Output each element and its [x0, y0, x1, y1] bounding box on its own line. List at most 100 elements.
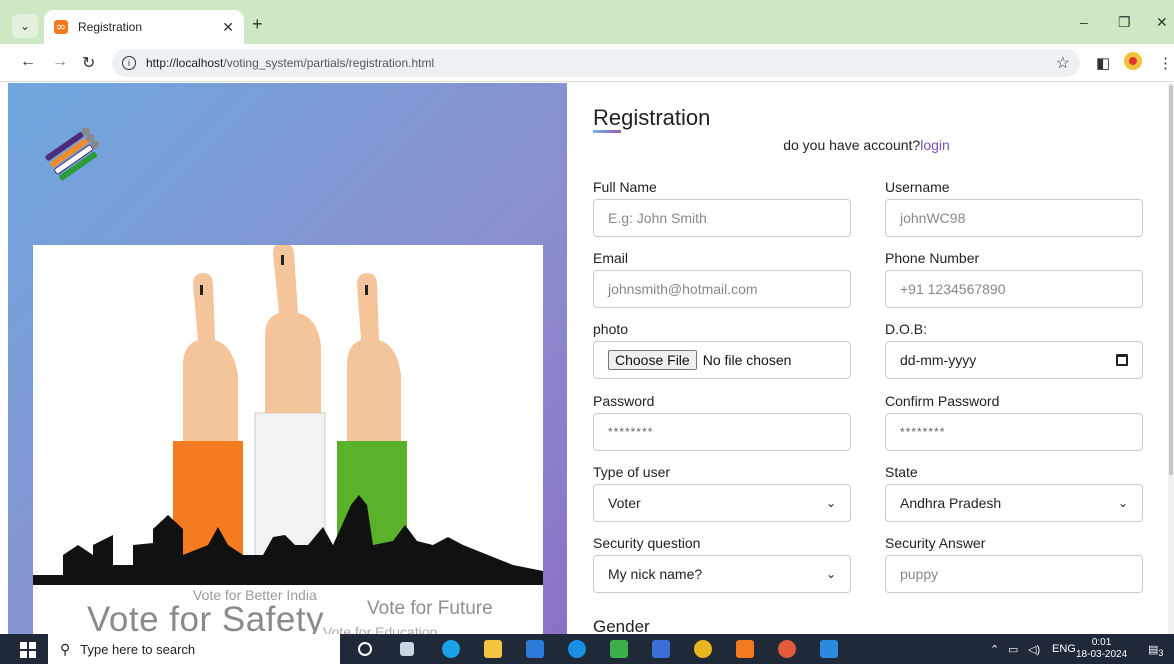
task-view-icon[interactable]	[400, 642, 414, 656]
volume-icon[interactable]: ◁)	[1028, 643, 1040, 656]
vote-poster-image: Vote for Better India Vote for Safety Vo…	[33, 245, 543, 634]
password-label: Password	[593, 393, 655, 409]
tab-registration[interactable]: ဘ Registration ✕	[44, 10, 244, 44]
confirm-password-label: Confirm Password	[885, 393, 1000, 409]
security-answer-label: Security Answer	[885, 535, 986, 551]
center-hand	[265, 245, 321, 413]
state-select[interactable]: Andhra Pradesh ⌄	[885, 484, 1143, 522]
side-panel-icon[interactable]: ◧	[1096, 54, 1110, 72]
windows-start-icon[interactable]	[20, 642, 36, 658]
user-type-select[interactable]: Voter ⌄	[593, 484, 851, 522]
calendar-icon[interactable]	[1116, 354, 1128, 366]
title-underline	[593, 130, 621, 133]
phone-label: Phone Number	[885, 250, 980, 266]
state-label: State	[885, 464, 918, 480]
minimize-icon[interactable]: –	[1080, 14, 1088, 30]
security-question-select[interactable]: My nick name? ⌄	[593, 555, 851, 593]
language-indicator[interactable]: ENG	[1052, 643, 1076, 655]
mail-icon[interactable]	[526, 640, 544, 658]
reload-icon[interactable]: ↻	[82, 53, 95, 73]
poster-tagline-future: Vote for Future	[367, 598, 493, 619]
email-label: Email	[593, 250, 629, 266]
edge-icon[interactable]	[442, 640, 460, 658]
chevron-down-icon: ⌄	[825, 496, 836, 510]
chevron-down-icon: ⌄	[825, 567, 836, 581]
file-status-text: No file chosen	[702, 352, 792, 368]
chrome-active-icon[interactable]	[778, 640, 796, 658]
account-prompt-text: do you have account?	[783, 137, 921, 153]
security-answer-input[interactable]: puppy	[885, 555, 1143, 593]
ink-mark-left	[200, 285, 203, 295]
notification-count: 3	[1158, 648, 1164, 659]
xampp-icon[interactable]	[736, 640, 754, 658]
photos-icon[interactable]	[652, 640, 670, 658]
confirm-password-input[interactable]: ********	[885, 413, 1143, 451]
chevron-down-icon: ⌄	[1117, 496, 1128, 510]
dob-date-input[interactable]: dd-mm-yyyy	[885, 341, 1143, 379]
choose-file-button[interactable]: Choose File	[608, 350, 697, 370]
user-type-value: Voter	[608, 495, 641, 511]
security-question-label: Security question	[593, 535, 701, 551]
left-hand	[183, 273, 238, 441]
notification-icon[interactable]: ▤3	[1148, 643, 1164, 658]
forward-arrow-icon[interactable]: →	[52, 53, 68, 71]
right-hand	[347, 273, 401, 441]
security-question-value: My nick name?	[608, 566, 703, 582]
poster-tagline-education: Vote for Education	[323, 624, 438, 634]
back-arrow-icon[interactable]: ←	[20, 53, 36, 71]
password-input[interactable]: ********	[593, 413, 851, 451]
dob-label: D.O.B:	[885, 321, 928, 337]
extension-icon[interactable]	[1124, 52, 1142, 70]
user-type-label: Type of user	[593, 464, 671, 480]
address-url: http://localhost/voting_system/partials/…	[146, 56, 435, 70]
browser-tab-bar: ⌄ ဘ Registration ✕ + – ❐ ✕	[0, 0, 1174, 44]
browser-toolbar: ← → ↻ i http://localhost/voting_system/p…	[0, 44, 1174, 82]
photo-label: photo	[593, 321, 629, 337]
username-input[interactable]: johnWC98	[885, 199, 1143, 237]
scrollbar-thumb[interactable]	[1169, 85, 1173, 475]
xampp-favicon-icon: ဘ	[54, 20, 68, 34]
dob-value: dd-mm-yyyy	[900, 352, 977, 368]
page-title: Registration	[593, 105, 711, 130]
left-banner-panel: Vote for Better India Vote for Safety Vo…	[8, 83, 567, 634]
phone-input[interactable]: +91 1234567890	[885, 270, 1143, 308]
taskbar-search-box[interactable]: ⚲ Type here to search	[48, 634, 340, 664]
tray-chevron-icon[interactable]: ⌃	[990, 643, 999, 656]
photo-file-input: Choose File No file chosen	[593, 341, 851, 379]
address-bar[interactable]: i http://localhost/voting_system/partial…	[112, 49, 1080, 77]
gender-heading: Gender	[593, 617, 650, 634]
email-input[interactable]: johnsmith@hotmail.com	[593, 270, 851, 308]
skype-icon[interactable]	[568, 640, 586, 658]
ink-mark-center	[281, 255, 284, 265]
taskbar-search-placeholder: Type here to search	[80, 641, 196, 657]
tab-close-icon[interactable]: ✕	[222, 19, 234, 36]
site-info-icon[interactable]: i	[122, 56, 136, 70]
clock-time: 0:01	[1091, 637, 1112, 648]
new-tab-plus-icon[interactable]: +	[252, 14, 263, 35]
chrome-icon[interactable]	[694, 640, 712, 658]
account-prompt: do you have account?login	[567, 137, 1166, 153]
tab-search-dropdown-icon[interactable]: ⌄	[12, 14, 38, 38]
restore-icon[interactable]: ❐	[1118, 14, 1131, 31]
election-commission-logo	[45, 127, 99, 181]
full-name-input[interactable]: E.g: John Smith	[593, 199, 851, 237]
poster-tagline-safety: Vote for Safety	[87, 600, 325, 634]
username-label: Username	[885, 179, 950, 195]
page-scrollbar[interactable]	[1168, 83, 1174, 634]
window-close-icon[interactable]: ✕	[1156, 14, 1168, 31]
taskbar-clock[interactable]: 0:01 18-03-2024	[1076, 637, 1127, 661]
network-icon[interactable]: ▭	[1008, 643, 1018, 656]
store-icon[interactable]	[610, 640, 628, 658]
browser-menu-icon[interactable]: ⋮	[1158, 54, 1173, 72]
state-value: Andhra Pradesh	[900, 495, 1002, 511]
voting-hands-illustration	[33, 245, 543, 585]
cortana-icon[interactable]	[358, 642, 372, 656]
file-explorer-icon[interactable]	[484, 640, 502, 658]
vscode-icon[interactable]	[820, 640, 838, 658]
full-name-label: Full Name	[593, 179, 657, 195]
windows-taskbar: ⚲ Type here to search ⌃ ▭ ◁) ENG 0:01 18…	[0, 634, 1174, 664]
tab-title: Registration	[78, 20, 143, 34]
bookmark-star-icon[interactable]: ☆	[1056, 53, 1070, 73]
page-content: Vote for Better India Vote for Safety Vo…	[8, 83, 1166, 634]
login-link[interactable]: login	[920, 137, 950, 153]
